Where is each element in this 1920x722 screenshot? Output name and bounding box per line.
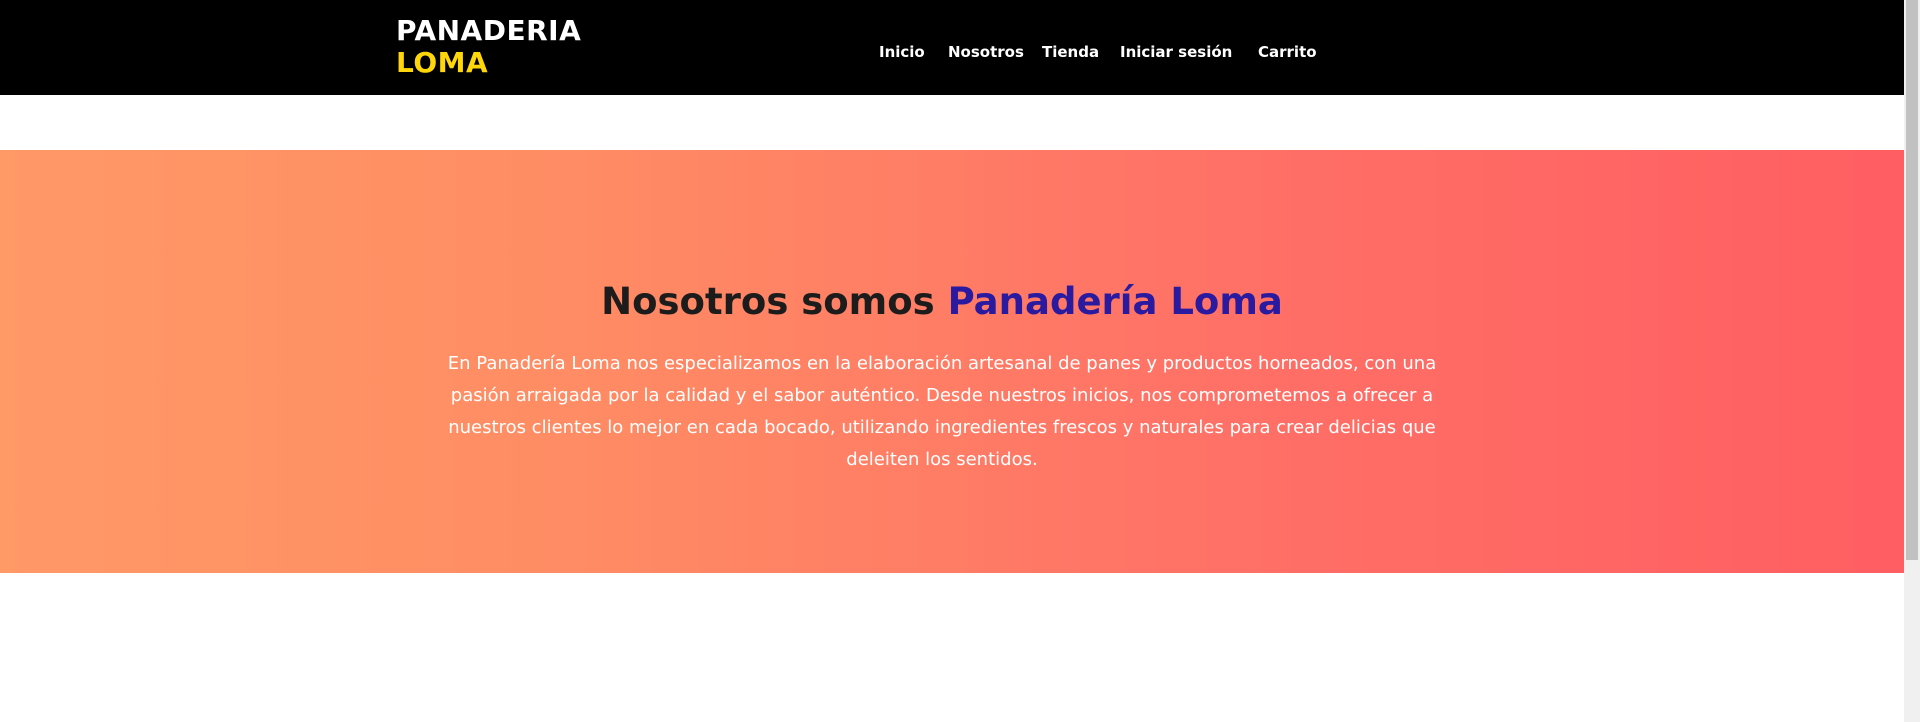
nav-link-iniciar-sesion[interactable]: Iniciar sesión — [1120, 43, 1232, 61]
about-hero: Nosotros somos Panadería Loma En Panader… — [0, 150, 1904, 573]
brand-name-line2: LOMA — [396, 46, 489, 79]
hero-title-prefix: Nosotros somos — [601, 280, 935, 323]
page: PANADERIA LOMA Inicio Nosotros Tienda In… — [0, 0, 1920, 722]
hero-description: En Panadería Loma nos especializamos en … — [447, 353, 1437, 470]
vertical-scrollbar[interactable] — [1904, 0, 1920, 722]
brand-name-line1: PANADERIA — [396, 14, 582, 47]
nav-link-tienda[interactable]: Tienda — [1042, 43, 1099, 61]
brand-logo[interactable]: PANADERIA LOMA — [396, 15, 581, 79]
navbar: PANADERIA LOMA Inicio Nosotros Tienda In… — [0, 0, 1904, 95]
nav-link-inicio[interactable]: Inicio — [879, 43, 925, 61]
scrollbar-thumb[interactable] — [1906, 0, 1918, 560]
nav-link-carrito[interactable]: Carrito — [1258, 43, 1317, 61]
nav-link-nosotros[interactable]: Nosotros — [948, 43, 1024, 61]
hero-title-accent: Panadería Loma — [947, 280, 1283, 323]
hero-title: Nosotros somos Panadería Loma — [0, 280, 1884, 324]
